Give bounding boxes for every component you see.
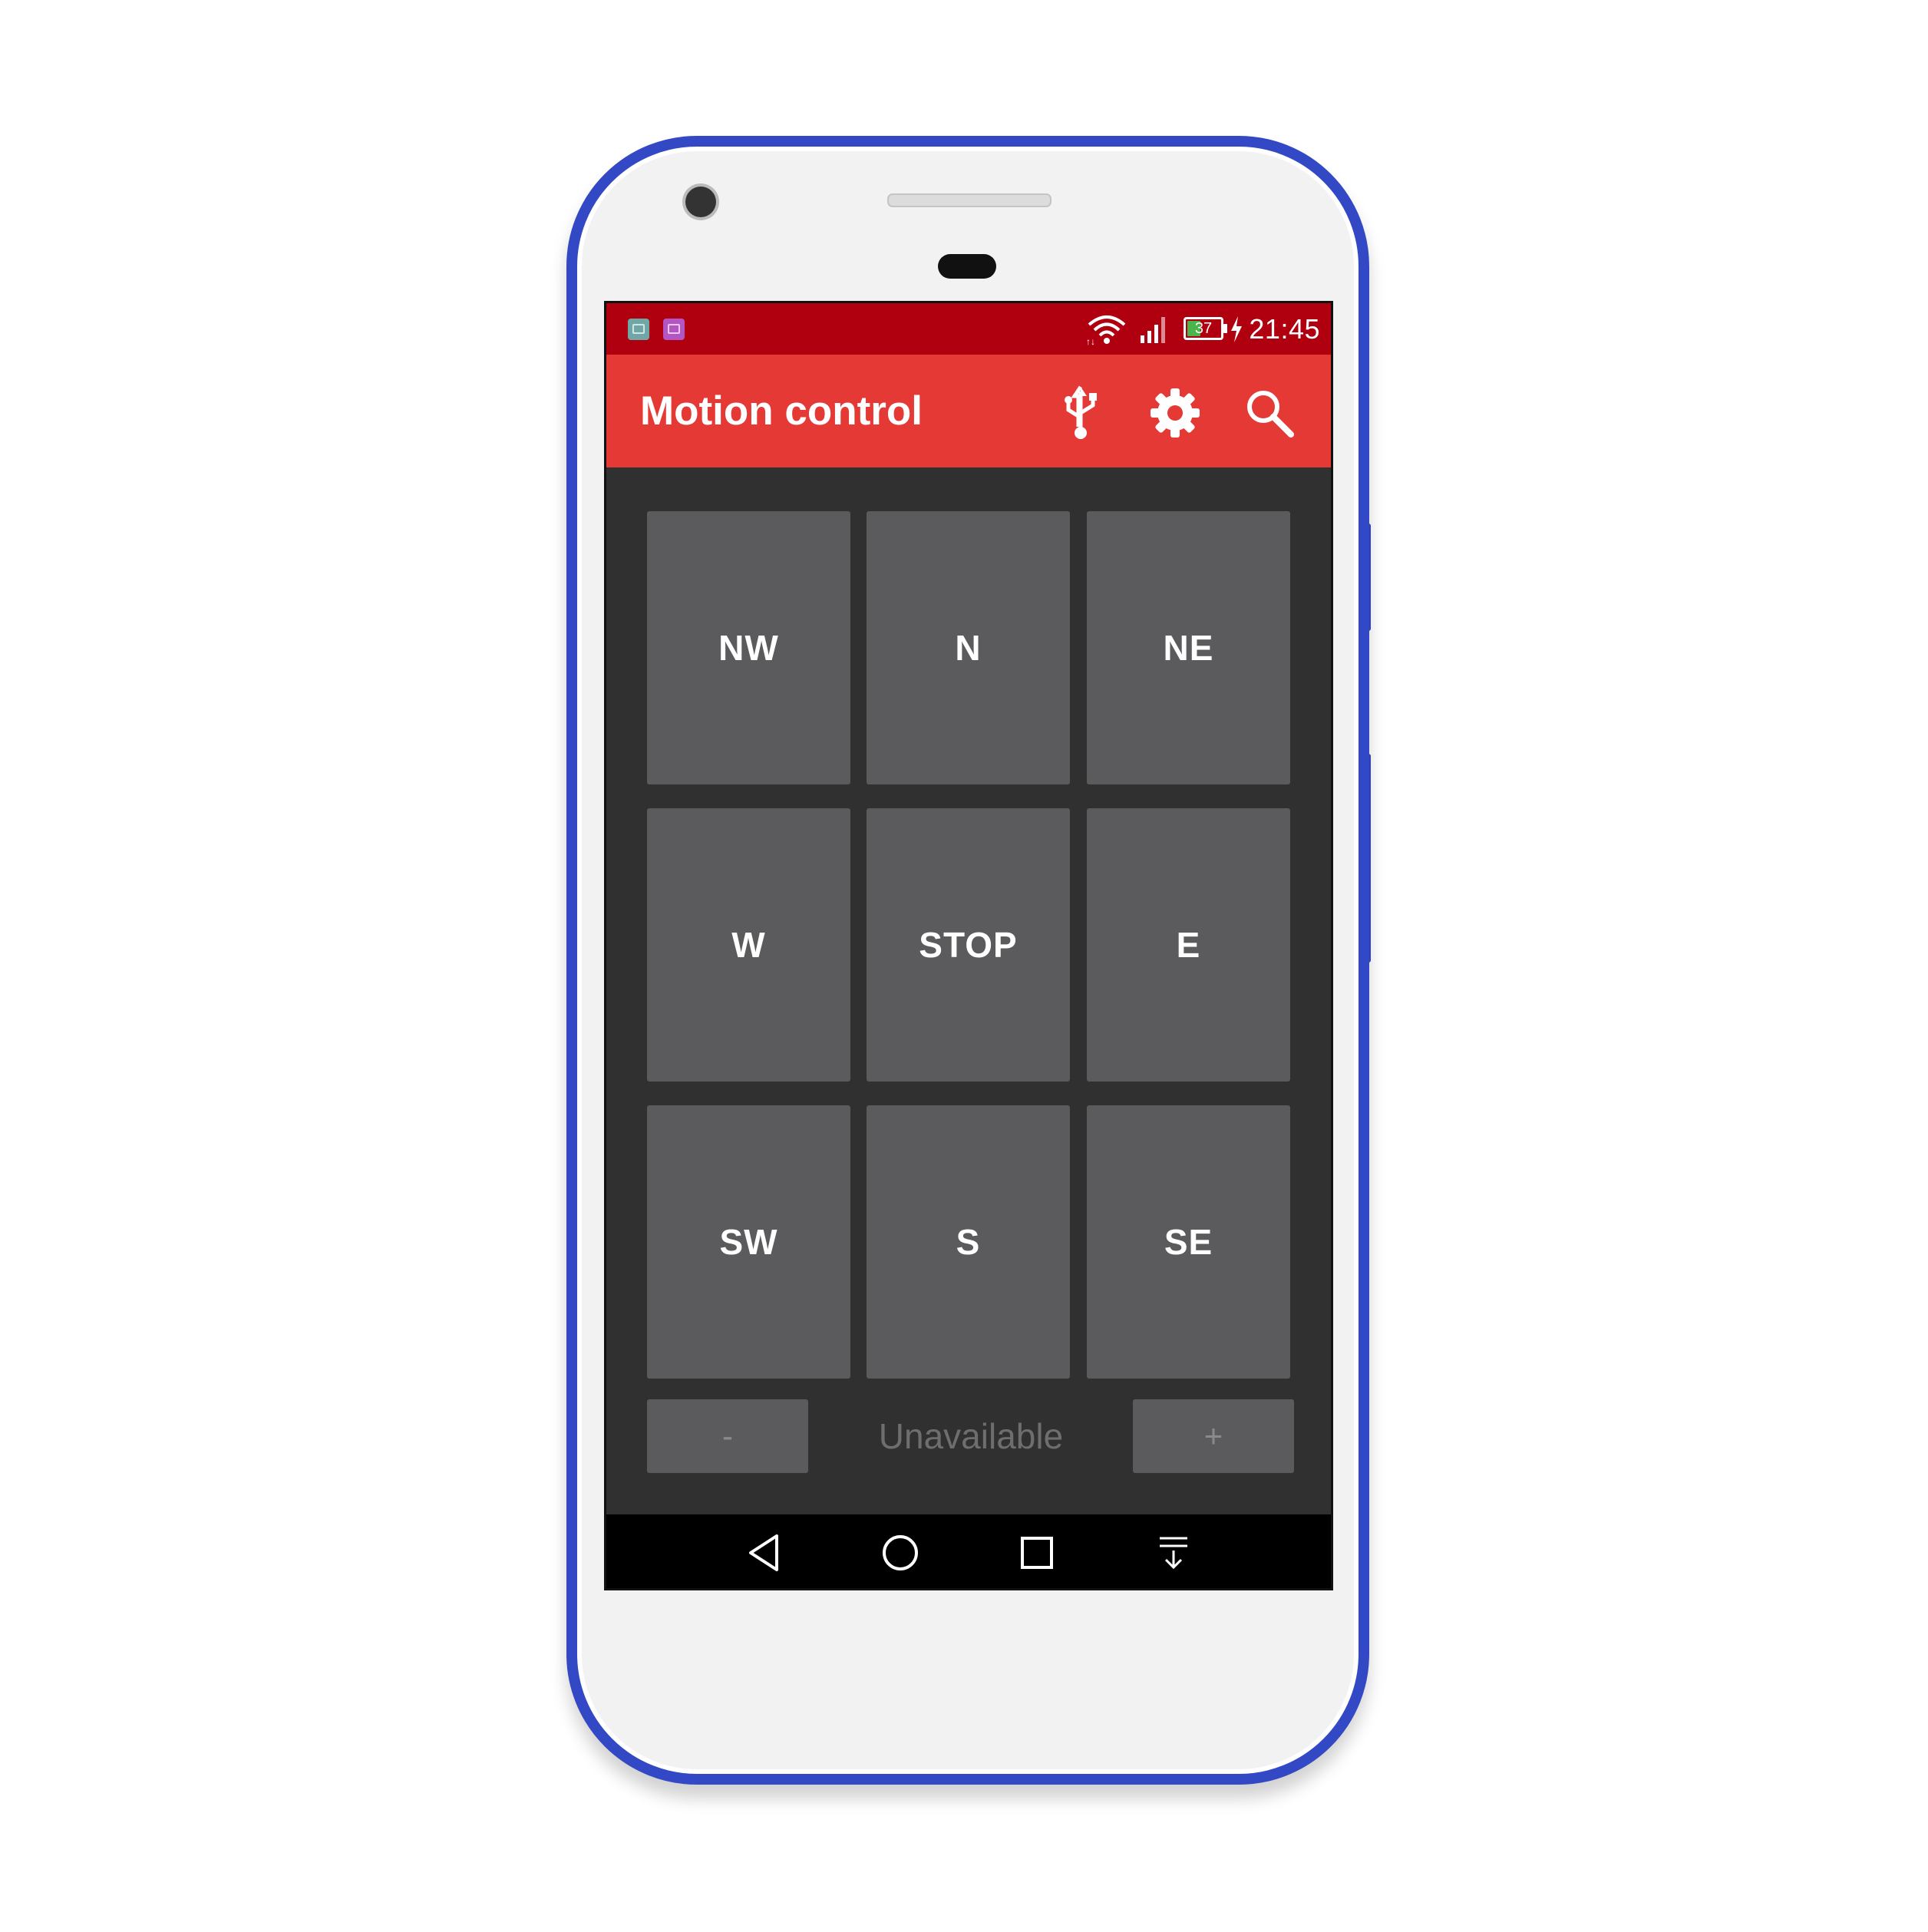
direction-button-ne[interactable]: NE: [1087, 511, 1290, 784]
navigation-bar: [606, 1514, 1331, 1588]
status-time: 21:45: [1249, 313, 1320, 345]
notifications-pull-icon: [1160, 1537, 1187, 1570]
search-icon: [1247, 391, 1294, 438]
settings-icon: [1151, 388, 1200, 438]
recents-button[interactable]: [1014, 1530, 1060, 1576]
recents-icon: [1021, 1537, 1053, 1569]
direction-button-se[interactable]: SE: [1087, 1105, 1290, 1379]
direction-button-e[interactable]: E: [1087, 808, 1290, 1082]
front-camera: [685, 187, 716, 217]
earpiece-speaker: [887, 193, 1051, 207]
direction-button-w[interactable]: W: [647, 808, 850, 1082]
status-bar: ↑↓ 37 21:45: [606, 303, 1331, 355]
android-debug-icon: [628, 319, 649, 340]
wifi-icon: ↑↓: [1086, 315, 1126, 346]
direction-button-nw[interactable]: NW: [647, 511, 850, 784]
direction-button-n[interactable]: N: [867, 511, 1070, 784]
speed-value: Unavailable: [878, 1416, 1064, 1456]
charging-icon: [1231, 316, 1242, 342]
back-button[interactable]: [741, 1530, 787, 1576]
usb-button[interactable]: [1048, 381, 1113, 445]
usb-icon: [1065, 385, 1097, 439]
motion-control-panel: NW N NE W STOP E SW S SE - Unavailable +: [606, 467, 1331, 1510]
notifications-pull-button[interactable]: [1151, 1530, 1197, 1576]
settings-button[interactable]: [1143, 381, 1207, 445]
stop-button[interactable]: STOP: [867, 808, 1070, 1082]
image-icon: [663, 319, 685, 340]
app-title: Motion control: [640, 388, 923, 434]
svg-text:↑↓: ↑↓: [1086, 336, 1095, 346]
battery-icon: 37: [1184, 317, 1223, 340]
home-icon: [883, 1535, 918, 1570]
speed-decrease-button[interactable]: -: [647, 1399, 808, 1473]
direction-button-s[interactable]: S: [867, 1105, 1070, 1379]
battery-level: 37: [1194, 320, 1213, 337]
home-button[interactable]: [877, 1530, 923, 1576]
speed-increase-button[interactable]: +: [1133, 1399, 1294, 1473]
search-button[interactable]: [1237, 381, 1302, 445]
proximity-sensor: [938, 254, 996, 279]
signal-icon: [1141, 317, 1165, 343]
battery-tip: [1223, 324, 1227, 333]
back-icon: [749, 1534, 778, 1571]
app-bar: Motion control: [606, 355, 1331, 467]
phone-screen: ↑↓ 37 21:45 Motion control NW N NE W STO…: [604, 301, 1333, 1590]
direction-button-sw[interactable]: SW: [647, 1105, 850, 1379]
